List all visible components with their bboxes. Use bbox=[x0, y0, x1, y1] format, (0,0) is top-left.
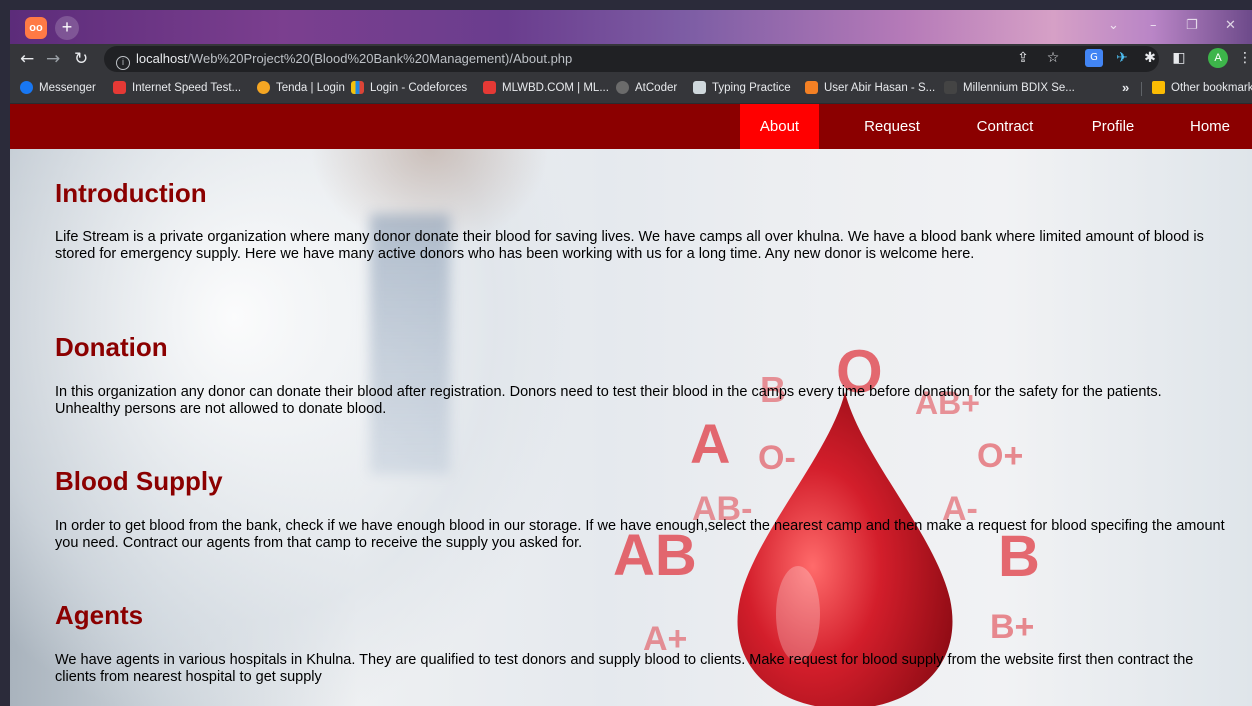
stackoverflow-icon bbox=[805, 81, 818, 94]
bookmark-item[interactable]: User Abir Hasan - S... bbox=[805, 81, 935, 94]
bookmark-item[interactable]: Millennium BDIX Se... bbox=[944, 81, 1075, 94]
tab-search-icon[interactable]: ⌄ bbox=[1108, 18, 1119, 33]
section-title-donation: Donation bbox=[55, 332, 168, 362]
nav-contract[interactable]: Contract bbox=[965, 104, 1045, 149]
url-host: localhost bbox=[136, 51, 188, 66]
bookmark-star-icon[interactable]: ☆ bbox=[1044, 49, 1062, 67]
bookmark-item[interactable]: AtCoder bbox=[616, 81, 677, 94]
bookmark-item[interactable]: MLWBD.COM | ML... bbox=[483, 81, 609, 94]
section-text-introduction: Life Stream is a private organization wh… bbox=[55, 229, 1204, 262]
blood-type-label: O+ bbox=[977, 437, 1024, 475]
section-title-introduction: Introduction bbox=[55, 178, 207, 208]
side-panel-icon[interactable]: ◧ bbox=[1170, 49, 1188, 67]
back-arrow-icon[interactable]: ← bbox=[20, 48, 34, 70]
bookmark-item[interactable]: Typing Practice bbox=[693, 81, 791, 94]
typing-practice-icon bbox=[693, 81, 706, 94]
url-path: /Web%20Project%20(Blood%20Bank%20Managem… bbox=[187, 51, 573, 66]
codeforces-icon bbox=[351, 81, 364, 94]
menu-kebab-icon[interactable]: ⋮ bbox=[1236, 49, 1252, 67]
nav-request[interactable]: Request bbox=[852, 104, 932, 149]
bdix-icon bbox=[944, 81, 957, 94]
nav-about[interactable]: About bbox=[740, 104, 819, 149]
new-tab-button[interactable]: + bbox=[55, 16, 79, 40]
bookmarks-bar: Messenger Internet Speed Test... Tenda |… bbox=[10, 74, 1252, 104]
site-navbar: About Request Contract Profile Home bbox=[10, 104, 1252, 149]
folder-icon bbox=[1152, 81, 1165, 94]
bookmark-item[interactable]: Messenger bbox=[20, 81, 96, 94]
atcoder-icon bbox=[616, 81, 629, 94]
section-title-agents: Agents bbox=[55, 600, 144, 630]
blood-type-label: A bbox=[690, 412, 731, 475]
page-viewport: O B AB+ A O- O+ AB- A- AB B A+ B+ About … bbox=[10, 104, 1252, 706]
profile-avatar-icon[interactable]: A bbox=[1208, 48, 1228, 68]
extensions-puzzle-icon[interactable]: ✱ bbox=[1141, 49, 1159, 67]
blood-type-label: B+ bbox=[990, 608, 1035, 646]
section-text-blood-supply: In order to get blood from the bank, che… bbox=[55, 518, 1225, 551]
bookmark-item[interactable]: Tenda | Login bbox=[257, 81, 345, 94]
bookmark-item[interactable]: Login - Codeforces bbox=[351, 81, 467, 94]
browser-toolbar: ← → ↻ i localhost/Web%20Project%20(Blood%… bbox=[10, 44, 1252, 74]
speedtest-icon bbox=[113, 81, 126, 94]
tenda-icon bbox=[257, 81, 270, 94]
section-text-agents: We have agents in various hospitals in K… bbox=[55, 652, 1194, 685]
forward-arrow-icon[interactable]: → bbox=[46, 48, 60, 70]
tab-favicon-icon[interactable]: oo bbox=[25, 17, 47, 39]
reload-icon[interactable]: ↻ bbox=[74, 48, 88, 70]
share-icon[interactable]: ⇪ bbox=[1014, 49, 1032, 67]
bookmarks-divider bbox=[1141, 82, 1142, 96]
site-info-icon[interactable]: i bbox=[116, 56, 130, 70]
extension-plane-icon[interactable]: ✈ bbox=[1113, 49, 1131, 67]
close-icon[interactable]: ✕ bbox=[1225, 18, 1236, 33]
mlwbd-icon bbox=[483, 81, 496, 94]
address-bar[interactable]: i localhost/Web%20Project%20(Blood%20Bank… bbox=[104, 46, 1159, 72]
browser-tab-strip: oo + ⌄ – ❐ ✕ bbox=[10, 10, 1252, 44]
section-text-donation: In this organization any donor can donat… bbox=[55, 384, 1162, 417]
messenger-icon bbox=[20, 81, 33, 94]
other-bookmarks-folder[interactable]: Other bookmarks bbox=[1152, 81, 1252, 94]
bookmark-item[interactable]: Internet Speed Test... bbox=[113, 81, 241, 94]
restore-icon[interactable]: ❐ bbox=[1186, 18, 1198, 33]
minimize-icon[interactable]: – bbox=[1150, 18, 1157, 33]
blood-type-label: O- bbox=[758, 439, 796, 477]
translate-extension-icon[interactable]: G bbox=[1085, 49, 1103, 67]
more-bookmarks-button[interactable]: » bbox=[1122, 80, 1129, 95]
nav-profile[interactable]: Profile bbox=[1078, 104, 1148, 149]
blood-type-label: A+ bbox=[643, 620, 688, 658]
nav-home[interactable]: Home bbox=[1180, 104, 1240, 149]
section-title-blood-supply: Blood Supply bbox=[55, 466, 223, 496]
